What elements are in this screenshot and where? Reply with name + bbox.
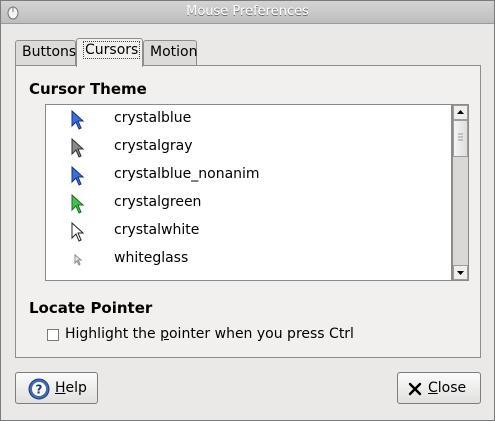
blue-arrow-cursor-icon — [71, 166, 85, 186]
theme-name: crystalgray — [114, 138, 193, 154]
list-item[interactable]: crystalblue — [46, 105, 451, 133]
label-text-end: ointer when you press Ctrl — [168, 326, 354, 342]
help-button[interactable]: ? Help — [15, 372, 98, 404]
arrow-down-icon — [457, 271, 464, 275]
list-item[interactable]: crystalgray — [46, 133, 451, 161]
grip-icon — [458, 133, 463, 141]
close-icon — [408, 382, 422, 396]
list-item[interactable]: crystalblue_nonanim — [46, 161, 451, 189]
close-button[interactable]: Close — [397, 372, 481, 404]
theme-name: whiteglass — [114, 250, 189, 266]
arrow-up-icon — [457, 110, 464, 114]
green-arrow-cursor-icon — [71, 194, 85, 214]
scroll-down-button[interactable] — [453, 265, 468, 280]
label-mnemonic: p — [160, 326, 169, 342]
tab-cursors[interactable]: Cursors — [76, 38, 143, 67]
theme-list-scrollbar[interactable] — [452, 104, 469, 281]
close-label-rest: lose — [437, 380, 467, 396]
help-label-rest: elp — [65, 380, 87, 396]
cursor-theme-list[interactable]: crystalblue crystalgray crystalblue_nona… — [45, 104, 452, 281]
close-mnemonic: C — [428, 380, 438, 396]
tab-motion[interactable]: Motion — [143, 40, 197, 66]
partial-arrow-cursor-icon — [74, 279, 75, 280]
list-item[interactable]: crystalgreen — [46, 189, 451, 217]
theme-name: crystalblue — [114, 110, 192, 126]
scroll-thumb[interactable] — [453, 120, 468, 157]
gray-arrow-cursor-icon — [71, 138, 85, 158]
list-item[interactable]: whiteglass — [46, 245, 451, 273]
tab-label: Buttons — [22, 44, 77, 60]
label-text-start: Highlight the — [65, 326, 161, 342]
help-icon: ? — [28, 378, 50, 400]
window-title: Mouse Preferences — [186, 4, 309, 19]
tab-label: Motion — [150, 44, 198, 60]
svg-text:?: ? — [36, 383, 43, 397]
theme-name: crystalwhite — [114, 222, 200, 238]
tab-buttons[interactable]: Buttons — [15, 40, 76, 66]
theme-name: crystalblue_nonanim — [114, 166, 260, 182]
small-white-arrow-cursor-icon — [74, 253, 83, 266]
help-mnemonic: H — [55, 380, 66, 396]
cursors-panel: Cursor Theme crystalblue crystalgray cry… — [15, 65, 481, 358]
theme-name: crystalgreen — [114, 194, 202, 210]
list-item[interactable]: crystalwhite — [46, 217, 451, 245]
highlight-pointer-label[interactable]: Highlight the pointer when you press Ctr… — [65, 326, 354, 342]
close-label: Close — [428, 380, 466, 396]
white-arrow-cursor-icon — [71, 222, 85, 242]
list-item[interactable] — [46, 273, 451, 280]
cursor-theme-heading: Cursor Theme — [29, 80, 147, 98]
mouse-preferences-window: Mouse Preferences Buttons Cursors Motion… — [0, 0, 495, 421]
highlight-pointer-checkbox[interactable] — [47, 329, 59, 341]
scroll-up-button[interactable] — [453, 105, 468, 120]
blue-arrow-cursor-icon — [71, 110, 85, 130]
tab-label: Cursors — [83, 41, 141, 59]
title-bar[interactable]: Mouse Preferences — [1, 1, 494, 24]
locate-pointer-heading: Locate Pointer — [29, 299, 153, 317]
help-label: Help — [55, 380, 87, 396]
